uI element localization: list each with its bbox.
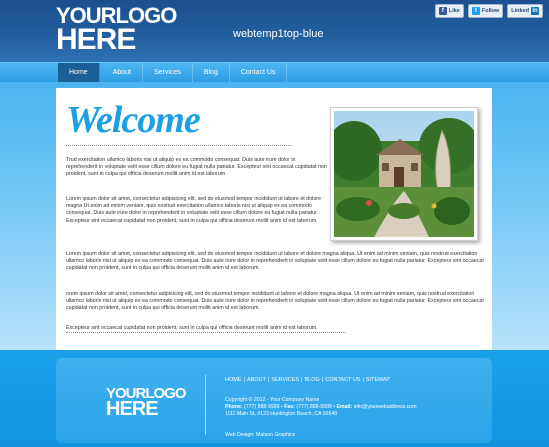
nav-item-services[interactable]: Services: [143, 63, 193, 83]
site-logo[interactable]: YOURLOGO HERE: [56, 5, 177, 56]
nav-item-home[interactable]: Home: [58, 63, 100, 83]
paragraph-4: orem ipsum dolor sit amet, consectetur a…: [66, 291, 484, 312]
phone-number: (777) 888-9999: [244, 403, 280, 410]
bottom-divider: [66, 332, 346, 333]
fax-label: Fax:: [284, 403, 295, 410]
paragraph-2: Lorem ipsum dolor sit amet, consectetur …: [66, 196, 321, 224]
facebook-icon: f: [438, 7, 447, 15]
facebook-like-button[interactable]: f Like: [434, 4, 464, 18]
linkedin-label: Linked: [511, 8, 529, 14]
copyright-text: Copyright © 2012 - Your Company Name: [225, 397, 320, 403]
footer-nav: HOME | ABOUT | SERVICES | BLOG | CONTACT…: [225, 377, 391, 383]
footer-contact-info: Copyright © 2012 - Your Company Name Pho…: [225, 397, 417, 417]
title-divider: [66, 145, 291, 146]
paragraph-1: Trud exercitation ullamco laboris nisi u…: [66, 157, 327, 178]
paragraph-3: Lorem ipsum dolor sit amet, consectetur …: [66, 251, 484, 272]
facebook-like-label: Like: [448, 8, 460, 14]
footer-link-contact-us[interactable]: CONTACT US: [325, 377, 360, 383]
footer-link-sitemap[interactable]: SITEMAP: [366, 377, 390, 383]
page-title: Welcome: [66, 99, 201, 141]
fax-number: (777) 888-9999: [296, 403, 332, 410]
main-nav: Home About Services Blog Contact Us: [0, 62, 549, 83]
social-buttons: f Like t Follow Linked in: [434, 4, 543, 18]
nav-item-blog[interactable]: Blog: [193, 63, 230, 83]
phone-label: Phone:: [225, 403, 243, 410]
footer-link-services[interactable]: SERVICES: [271, 377, 299, 383]
footer-link-blog[interactable]: BLOG: [304, 377, 319, 383]
email-link[interactable]: info@yourwebaddress.com: [354, 404, 417, 410]
featured-photo: [330, 107, 478, 241]
address-text: 1111 Main St, #123 Huntington Beach, CA …: [225, 410, 338, 417]
footer-logo-line2: HERE: [106, 398, 159, 420]
nav-item-contact-us[interactable]: Contact Us: [230, 63, 288, 83]
header: YOURLOGO HERE webtemp1top-blue f Like t …: [0, 0, 549, 62]
nav-item-about[interactable]: About: [102, 63, 143, 83]
linkedin-icon: in: [531, 7, 539, 15]
main-content: Welcome Trud exercitation ullamco labori…: [56, 88, 492, 350]
footer-logo[interactable]: YOURLOGO HERE: [106, 386, 187, 420]
footer-divider: [205, 375, 206, 435]
logo-line2: HERE: [56, 23, 136, 56]
twitter-icon: t: [471, 7, 480, 15]
email-label: Email:: [336, 403, 353, 410]
twitter-follow-button[interactable]: t Follow: [467, 4, 504, 18]
footer-link-home[interactable]: HOME: [225, 377, 242, 383]
footer-link-about[interactable]: ABOUT: [247, 377, 266, 383]
garden-photo-image: [334, 111, 474, 237]
design-credit[interactable]: Web Design: Matson Graphics: [225, 432, 295, 438]
contact-line: Phone: (777) 888-9999 • Fax: (777) 888-9…: [225, 403, 417, 410]
linkedin-button[interactable]: Linked in: [507, 4, 543, 18]
site-title: webtemp1top-blue: [233, 28, 324, 40]
twitter-follow-label: Follow: [481, 8, 500, 14]
footer-panel: YOURLOGO HERE HOME | ABOUT | SERVICES | …: [56, 358, 492, 443]
footer: YOURLOGO HERE HOME | ABOUT | SERVICES | …: [0, 350, 549, 447]
